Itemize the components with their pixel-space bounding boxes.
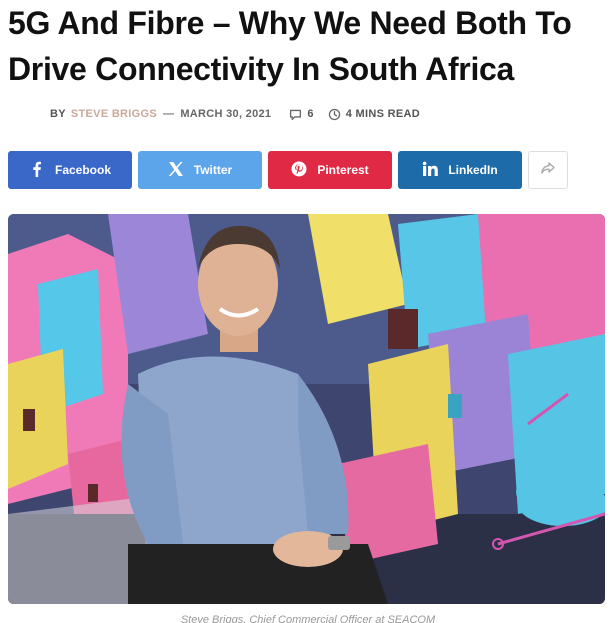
x-twitter-icon [168, 161, 184, 180]
pinterest-icon [291, 161, 307, 180]
meta-by: BY [50, 108, 66, 120]
facebook-icon [29, 161, 45, 180]
share-linkedin-button[interactable]: LinkedIn [398, 151, 522, 189]
article-title: 5G And Fibre – Why We Need Both To Drive… [8, 5, 572, 87]
share-facebook-button[interactable]: Facebook [8, 151, 132, 189]
share-bar: Facebook Twitter Pinterest LinkedIn [8, 151, 568, 189]
featured-image [8, 214, 605, 604]
linkedin-label: LinkedIn [448, 163, 498, 177]
linkedin-icon [422, 161, 439, 180]
twitter-label: Twitter [193, 163, 233, 177]
author-link[interactable]: STEVE BRIGGS [71, 108, 157, 120]
featured-photo-illustration [8, 214, 605, 604]
more-share-button[interactable] [528, 151, 568, 189]
facebook-label: Facebook [54, 163, 111, 177]
share-arrow-icon [540, 160, 556, 181]
comment-bubble-icon[interactable] [289, 108, 302, 121]
publish-date: MARCH 30, 2021 [180, 108, 272, 120]
share-twitter-button[interactable]: Twitter [138, 151, 262, 189]
pinterest-label: Pinterest [317, 163, 369, 177]
clock-icon [328, 108, 341, 121]
image-caption: Steve Briggs, Chief Commercial Officer a… [180, 614, 436, 623]
article-meta: BY STEVE BRIGGS — MARCH 30, 2021 6 4 MIN… [8, 100, 420, 128]
meta-separator: — [163, 108, 175, 120]
comment-count[interactable]: 6 [307, 108, 313, 120]
author-avatar[interactable] [8, 100, 44, 128]
share-pinterest-button[interactable]: Pinterest [268, 151, 392, 189]
read-time: 4 MINS READ [345, 108, 420, 120]
